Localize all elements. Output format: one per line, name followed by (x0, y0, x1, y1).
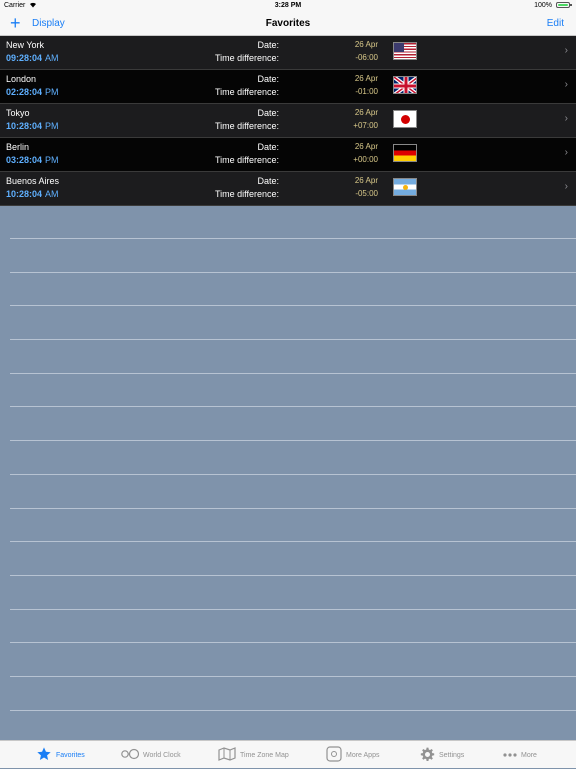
city-name: Buenos Aires (6, 176, 60, 186)
ampm-label: AM (45, 189, 59, 199)
chevron-right-icon: › (564, 147, 568, 158)
tab-more-apps[interactable]: More Apps (326, 741, 379, 769)
date-label: Date: (257, 108, 279, 118)
favorites-list: New York 09:28:04 AM Date: Time differenc… (0, 36, 576, 206)
germany-flag-icon (393, 144, 417, 162)
status-time: 3:28 PM (274, 2, 302, 9)
argentina-flag-icon (393, 178, 417, 196)
battery-percent: 100% (534, 2, 552, 9)
separator-line (10, 339, 576, 340)
chevron-right-icon: › (564, 45, 568, 56)
tab-label: Time Zone Map (240, 751, 289, 759)
separator-line (10, 238, 576, 239)
separator-line (10, 305, 576, 306)
local-time: 03:28:04 PM (6, 155, 59, 165)
chevron-right-icon: › (564, 79, 568, 90)
tab-more[interactable]: More (503, 741, 537, 769)
battery-icon (556, 2, 572, 8)
more-apps-icon (326, 746, 342, 764)
time-difference-label: Time difference: (214, 53, 279, 63)
separator-line (10, 609, 576, 610)
city-name: Berlin (6, 142, 30, 152)
ampm-label: PM (45, 121, 59, 131)
separator-line (10, 508, 576, 509)
navigation-bar: + Display Favorites Edit (0, 12, 576, 36)
favorite-row[interactable]: Buenos Aires 10:28:04 AM Date: Time diffe… (0, 172, 576, 206)
favorite-row[interactable]: London 02:28:04 PM Date: Time difference:… (0, 70, 576, 104)
status-bar: Carrier 3:28 PM 100% (0, 0, 576, 12)
favorite-row[interactable]: New York 09:28:04 AM Date: Time differenc… (0, 36, 576, 70)
city-name: New York (6, 40, 45, 50)
ampm-label: PM (45, 87, 59, 97)
time-difference-value: +07:00 (353, 121, 378, 130)
separator-line (10, 373, 576, 374)
separator-line (10, 541, 576, 542)
world-clock-icon (121, 748, 140, 762)
tab-bar: Favorites World Clock Time Zone Map More… (0, 740, 576, 768)
date-value: 26 Apr (354, 74, 378, 83)
us-flag-icon (393, 42, 417, 60)
japan-flag-icon (393, 110, 417, 128)
separator-line (10, 575, 576, 576)
edit-button[interactable]: Edit (547, 18, 564, 29)
favorite-row[interactable]: Berlin 03:28:04 PM Date: Time difference:… (0, 138, 576, 172)
separator-line (10, 440, 576, 441)
local-time: 02:28:04 PM (6, 87, 59, 97)
local-time: 09:28:04 AM (6, 53, 59, 63)
separator-line (10, 710, 576, 711)
separator-line (10, 676, 576, 677)
map-icon (218, 747, 236, 763)
separator-line (10, 406, 576, 407)
date-value: 26 Apr (354, 108, 378, 117)
time-difference-value: -05:00 (355, 189, 378, 198)
date-value: 26 Apr (354, 176, 378, 185)
time-difference-value: +00:00 (353, 155, 378, 164)
ampm-label: PM (45, 155, 59, 165)
date-label: Date: (257, 40, 279, 50)
date-label: Date: (257, 176, 279, 186)
tab-time-zone-map[interactable]: Time Zone Map (218, 741, 289, 769)
ampm-label: AM (45, 53, 59, 63)
time-difference-label: Time difference: (214, 121, 279, 131)
date-label: Date: (257, 142, 279, 152)
city-name: London (6, 74, 37, 84)
time-difference-value: -01:00 (355, 87, 378, 96)
more-dots-icon (503, 752, 517, 759)
time-difference-label: Time difference: (214, 87, 279, 97)
tab-label: More (521, 751, 537, 759)
chevron-right-icon: › (564, 113, 568, 124)
uk-flag-icon (393, 76, 417, 94)
separator-line (10, 272, 576, 273)
tab-label: World Clock (143, 751, 181, 759)
date-value: 26 Apr (354, 40, 378, 49)
local-time: 10:28:04 PM (6, 121, 59, 131)
city-name: Tokyo (6, 108, 30, 118)
tab-settings[interactable]: Settings (420, 741, 464, 769)
tab-label: Settings (439, 751, 465, 759)
chevron-right-icon: › (564, 181, 568, 192)
tab-label: More Apps (346, 751, 380, 759)
time-difference-label: Time difference: (214, 155, 279, 165)
page-title: Favorites (265, 18, 311, 29)
date-label: Date: (257, 74, 279, 84)
separator-line (10, 474, 576, 475)
tab-world-clock[interactable]: World Clock (121, 741, 181, 769)
tab-label: Favorites (56, 751, 85, 759)
date-value: 26 Apr (354, 142, 378, 151)
local-time: 10:28:04 AM (6, 189, 59, 199)
tab-favorites[interactable]: Favorites (36, 741, 85, 769)
time-difference-label: Time difference: (214, 189, 279, 199)
favorite-row[interactable]: Tokyo 10:28:04 PM Date: Time difference: … (0, 104, 576, 138)
separator-line (10, 642, 576, 643)
gear-icon (420, 747, 435, 764)
star-icon (36, 746, 52, 764)
time-difference-value: -06:00 (355, 53, 378, 62)
